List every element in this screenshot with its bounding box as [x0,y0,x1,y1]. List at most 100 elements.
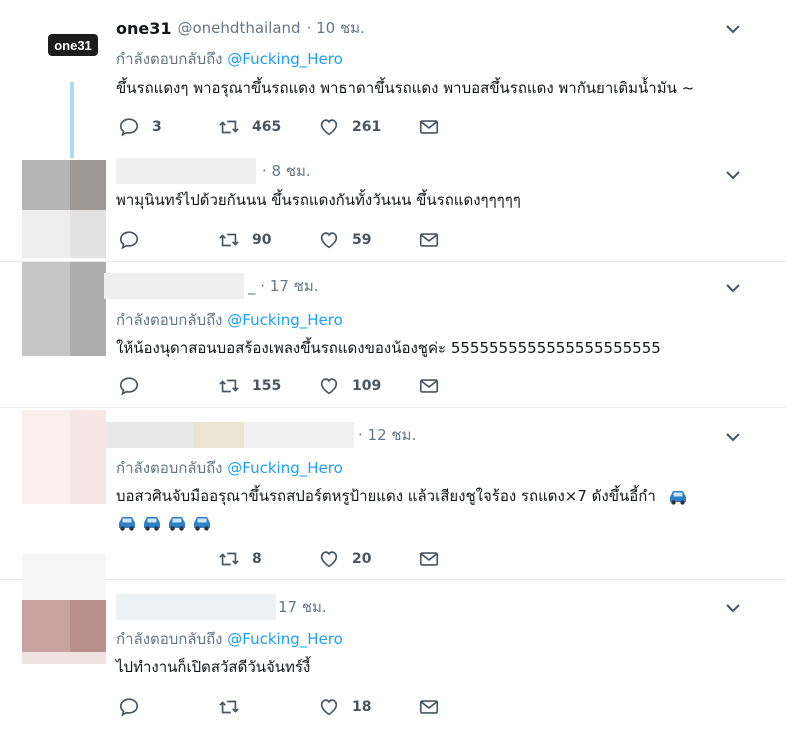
avatar-blurred[interactable] [22,410,106,504]
retweet-button[interactable]: 465 [218,115,281,139]
heart-icon [320,119,338,136]
tweet-text: พามุนินทร์ไปด้วยกันนน ขึ้นรถแดงกันทั้งวั… [116,191,521,209]
emoji-line [116,506,216,538]
avatar-blurred[interactable] [22,160,106,258]
tweet-5[interactable]: 17 ชม. กำลังตอบกลับถึง @Fucking_Hero ไปท… [0,554,786,730]
direct-message-button[interactable] [418,115,440,139]
avatar-blurred[interactable] [22,262,106,356]
chevron-down-icon[interactable] [724,20,742,38]
tweet-actions: 90 59 [118,228,458,252]
reply-prefix: กำลังตอบกลับถึง [116,630,223,648]
mention-link[interactable]: @Fucking_Hero [227,311,342,329]
chevron-down-icon[interactable] [724,428,742,446]
reply-icon [119,698,139,717]
reply-prefix: กำลังตอบกลับถึง [116,50,223,68]
reply-icon [119,118,139,137]
retweet-icon [219,552,239,566]
reply-context: กำลังตอบกลับถึง @Fucking_Hero [116,47,343,71]
heart-icon [320,378,338,395]
tweet-text: ไปทำงานก็เปิดสวัสดีวันจันทร์งี้ [116,658,311,676]
tweet-4[interactable]: · 12 ชม. กำลังตอบกลับถึง @Fucking_Hero บ… [0,408,786,580]
car-emoji-icon [669,490,686,505]
car-emoji-icon [144,516,160,531]
chevron-down-icon[interactable] [724,599,742,617]
tweet-actions: 8 20 [118,547,458,571]
reply-icon [119,377,139,396]
reply-context: กำลังตอบกลับถึง @Fucking_Hero [116,456,343,480]
reply-button[interactable] [118,374,152,398]
one31-logo: one31 [54,37,92,53]
tweet-header: _ · 17 ชม. [104,273,319,299]
like-button[interactable]: 18 [318,695,371,719]
retweet-count: 465 [252,119,282,135]
retweet-count: 90 [252,232,272,248]
tweet-1[interactable]: one31 one31 @onehdthailand · 10 ชม. กำลั… [0,0,786,158]
tweet-time[interactable]: _ · 17 ชม. [248,274,319,298]
tweet-header: · 8 ชม. [116,158,311,184]
reply-count: 3 [152,119,162,135]
mention-link[interactable]: @Fucking_Hero [227,630,342,648]
tweet-text: ให้น้องนุดาสอนบอสร้องเพลงขึ้นรถแดงของน้อ… [116,339,661,357]
retweet-icon [219,233,239,247]
avatar-one31[interactable]: one31 [48,34,98,56]
mention-link[interactable]: @Fucking_Hero [227,459,342,477]
avatar-blurred[interactable] [22,554,106,664]
retweet-button[interactable]: 155 [218,374,281,398]
retweet-icon [219,700,239,714]
direct-message-button[interactable] [418,547,440,571]
retweet-icon [219,120,239,134]
retweet-button[interactable]: 90 [218,228,271,252]
tweet-2[interactable]: · 8 ชม. พามุนินทร์ไปด้วยกันนน ขึ้นรถแดงก… [0,158,786,262]
retweet-button[interactable]: 8 [218,547,262,571]
blurred-author [106,422,194,448]
author-name[interactable]: one31 [116,19,172,38]
tweet-header: one31 @onehdthailand · 10 ชม. [116,16,365,40]
like-button[interactable]: 20 [318,547,371,571]
author-handle[interactable]: @onehdthailand [178,19,301,37]
retweet-count: 155 [252,378,282,394]
tweet-time[interactable]: · 10 ชม. [307,16,365,40]
blurred-author-emoji [194,422,244,448]
envelope-icon [419,552,439,566]
like-count: 20 [352,551,372,567]
tweet-header: · 12 ชม. [106,422,416,448]
chevron-down-icon[interactable] [724,279,742,297]
blurred-author [116,158,256,184]
car-emoji-icon [169,516,185,531]
like-button[interactable]: 261 [318,115,381,139]
blurred-author [116,594,276,620]
reply-prefix: กำลังตอบกลับถึง [116,311,223,329]
chevron-down-icon[interactable] [724,166,742,184]
tweet-actions: 18 [118,695,458,719]
reply-icon [119,231,139,250]
like-count: 59 [352,232,372,248]
envelope-icon [419,700,439,714]
tweet-time[interactable]: 17 ชม. [278,595,327,619]
tweet-3[interactable]: _ · 17 ชม. กำลังตอบกลับถึง @Fucking_Hero… [0,262,786,408]
tweet-time[interactable]: · 8 ชม. [262,159,311,183]
tweet-header: 17 ชม. [116,594,327,620]
tweet-text: ขึ้นรถแดงๆ พาอรุณาขึ้นรถแดง พาธาดาขึ้นรถ… [116,79,695,97]
heart-icon [320,232,338,249]
like-count: 18 [352,699,372,715]
like-button[interactable]: 109 [318,374,381,398]
reply-context: กำลังตอบกลับถึง @Fucking_Hero [116,308,343,332]
direct-message-button[interactable] [418,228,440,252]
mention-link[interactable]: @Fucking_Hero [227,50,342,68]
car-emoji-icon [119,516,135,531]
tweet-time[interactable]: · 12 ชม. [358,423,416,447]
retweet-button[interactable] [218,695,252,719]
envelope-icon [419,233,439,247]
thread-connector [70,82,74,158]
like-button[interactable]: 59 [318,228,371,252]
tweet-actions: 3 465 261 [118,115,458,139]
reply-button[interactable]: 3 [118,115,162,139]
tweet-actions: 155 109 [118,374,458,398]
blurred-author-tail [244,422,354,448]
direct-message-button[interactable] [418,374,440,398]
reply-button[interactable] [118,695,152,719]
reply-button[interactable] [118,228,152,252]
envelope-icon [419,120,439,134]
direct-message-button[interactable] [418,695,440,719]
retweet-icon [219,379,239,393]
